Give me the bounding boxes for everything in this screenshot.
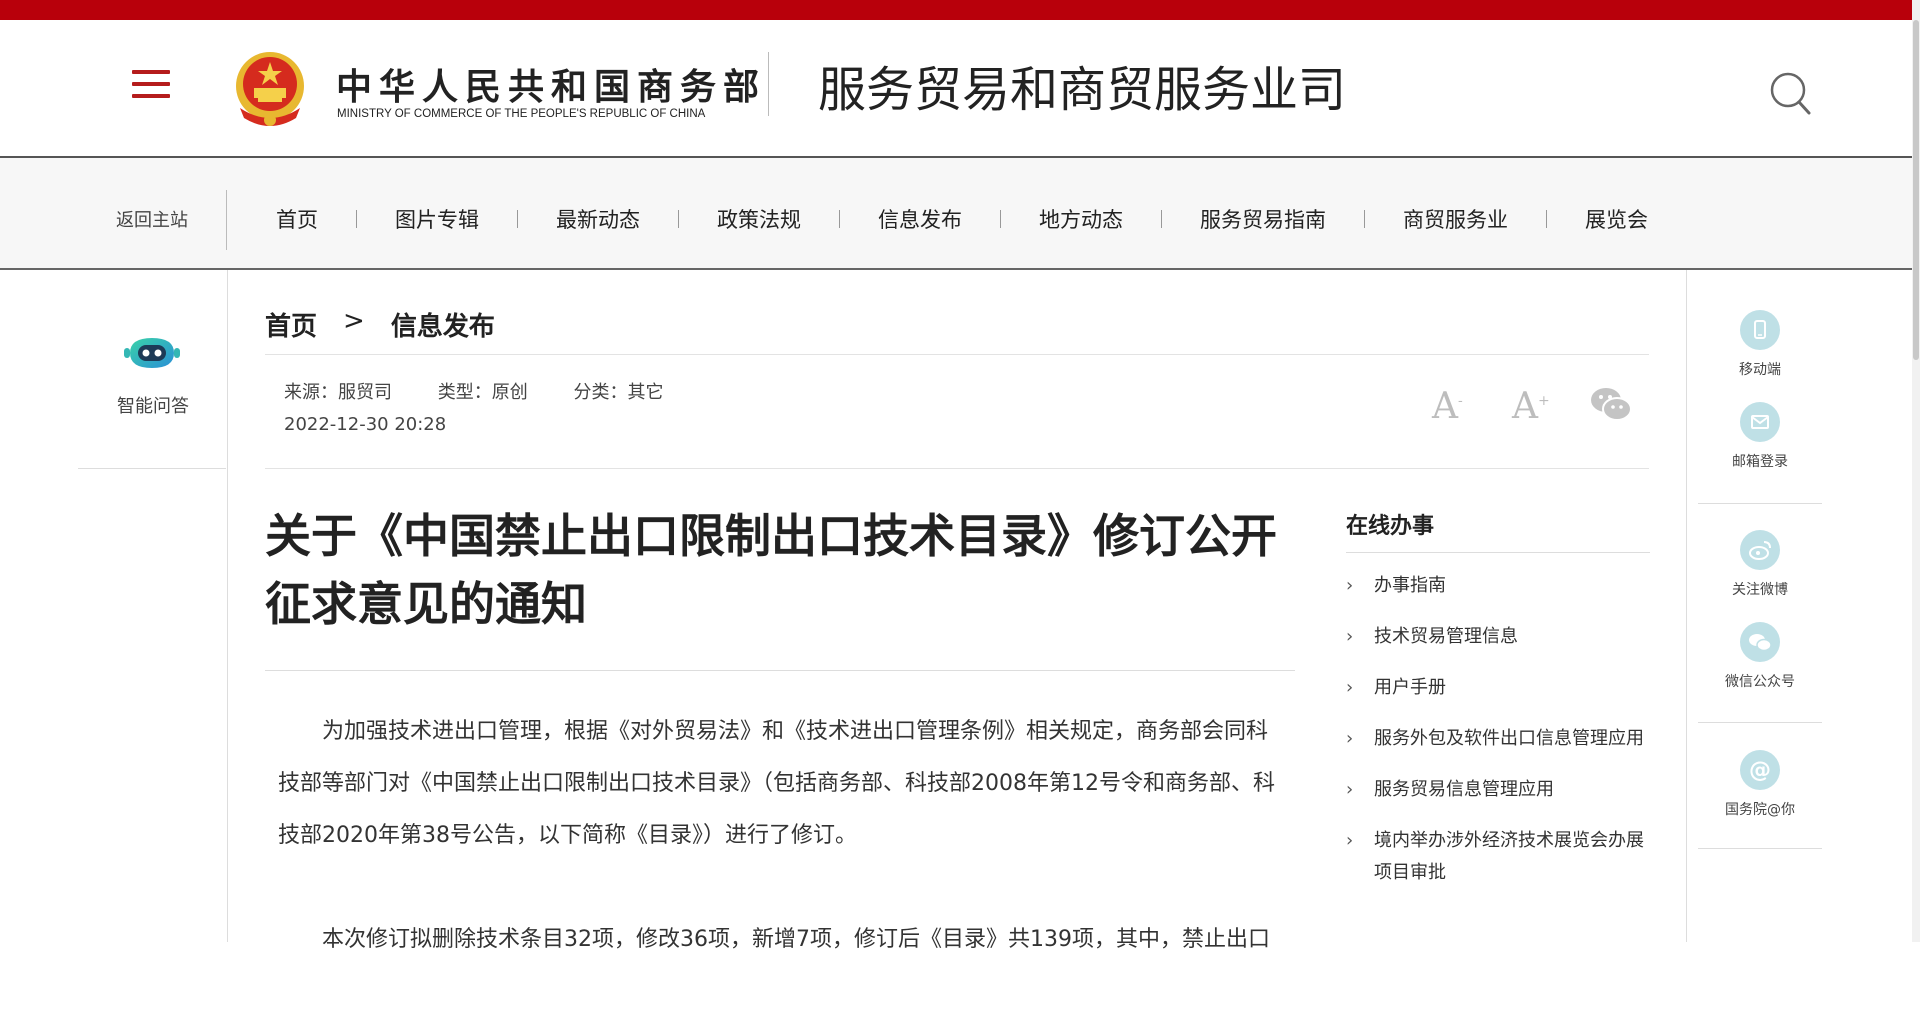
nav-separator	[1364, 210, 1365, 228]
nav-separator	[517, 210, 518, 228]
back-home-link[interactable]: 返回主站	[116, 206, 188, 232]
nav-item-commercial-services[interactable]: 商贸服务业	[1403, 204, 1508, 234]
weibo-link[interactable]: 关注微博	[1700, 530, 1820, 599]
meta-category: 分类：其它	[573, 382, 664, 403]
state-council-label: 国务院@你	[1725, 802, 1795, 818]
nav-items: 首页 图片专辑 最新动态 政策法规 信息发布 地方动态 服务贸易指南 商贸服务业…	[276, 204, 1648, 234]
chevron-right-icon: ›	[1346, 779, 1354, 800]
robot-assistant-icon[interactable]	[124, 332, 180, 374]
nav-item-latest-news[interactable]: 最新动态	[556, 204, 640, 234]
divider	[265, 468, 1649, 469]
mobile-phone-icon	[1740, 310, 1780, 350]
meta-type: 类型：原创	[437, 382, 528, 403]
main-nav: 返回主站 首页 图片专辑 最新动态 政策法规 信息发布 地方动态 服务贸易指南 …	[0, 158, 1912, 270]
font-decrease-letter: A	[1432, 386, 1458, 427]
article-meta: 来源：服贸司 类型：原创 分类：其它	[284, 378, 703, 404]
wechat-account-link[interactable]: 微信公众号	[1700, 622, 1820, 691]
mail-icon	[1740, 402, 1780, 442]
mobile-link[interactable]: 移动端	[1700, 310, 1820, 379]
chevron-right-icon: ›	[1346, 626, 1354, 647]
nav-item-policies[interactable]: 政策法规	[717, 204, 801, 234]
services-divider	[1346, 552, 1650, 553]
article-paragraph: 为加强技术进出口管理，根据《对外贸易法》和《技术进出口管理条例》相关规定，商务部…	[278, 719, 1275, 848]
chevron-right-icon: ›	[1346, 830, 1354, 851]
ministry-name-cn: 中华人民共和国商务部	[336, 66, 767, 108]
nav-item-home[interactable]: 首页	[276, 204, 318, 234]
online-services-title: 在线办事	[1346, 514, 1435, 539]
online-services-list: › 办事指南 › 技术贸易管理信息 › 用户手册 › 服务外包及软件出口信息管理应用 ›…	[1346, 570, 1650, 908]
scrollbar-thumb[interactable]	[1913, 20, 1919, 360]
nav-separator	[678, 210, 679, 228]
nav-item-trade-guide[interactable]: 服务贸易指南	[1200, 204, 1326, 234]
service-link-label: 技术贸易管理信息	[1374, 626, 1518, 647]
divider	[265, 354, 1649, 355]
service-link-outsourcing[interactable]: › 服务外包及软件出口信息管理应用	[1346, 723, 1650, 755]
mobile-label: 移动端	[1739, 362, 1781, 378]
nav-separator	[839, 210, 840, 228]
email-login-link[interactable]: 邮箱登录	[1700, 402, 1820, 471]
email-label: 邮箱登录	[1732, 454, 1788, 470]
department-title[interactable]: 服务贸易和商贸服务业司	[818, 50, 1346, 120]
top-red-bar	[0, 0, 1920, 20]
right-sidebar-divider	[1686, 270, 1687, 942]
font-increase-button[interactable]: A+	[1512, 386, 1550, 427]
service-link-exhibition-approval[interactable]: › 境内举办涉外经济技术展览会办展项目审批	[1346, 825, 1650, 889]
chevron-right-icon: ›	[1346, 575, 1354, 596]
nav-item-announcements[interactable]: 信息发布	[878, 204, 962, 234]
weibo-icon	[1740, 530, 1780, 570]
font-decrease-mark: -	[1458, 393, 1463, 409]
chevron-right-icon: ›	[1346, 677, 1354, 698]
national-emblem-icon	[236, 52, 304, 126]
header-divider	[768, 52, 769, 116]
wechat-icon	[1740, 622, 1780, 662]
font-increase-letter: A	[1512, 386, 1538, 427]
service-link-label: 服务外包及软件出口信息管理应用	[1374, 728, 1644, 749]
breadcrumb-home[interactable]: 首页	[265, 306, 317, 343]
nav-separator	[1546, 210, 1547, 228]
article-body: 为加强技术进出口管理，根据《对外贸易法》和《技术进出口管理条例》相关规定，商务部…	[278, 706, 1278, 1018]
article-title: 关于《中国禁止出口限制出口技术目录》修订公开征求意见的通知	[265, 509, 1277, 631]
nav-separator	[356, 210, 357, 228]
right-divider	[1698, 848, 1822, 849]
meta-source: 来源：服贸司	[284, 382, 392, 403]
meta-date: 2022-12-30 20:28	[284, 414, 447, 435]
service-link-user-manual[interactable]: › 用户手册	[1346, 672, 1650, 704]
service-link-label: 境内举办涉外经济技术展览会办展项目审批	[1374, 830, 1644, 883]
nav-separator	[1000, 210, 1001, 228]
nav-item-local-news[interactable]: 地方动态	[1039, 204, 1123, 234]
wechat-share-icon[interactable]	[1590, 385, 1632, 423]
breadcrumb: 首页 > 信息发布	[265, 306, 495, 343]
nav-separator	[1161, 210, 1162, 228]
service-link-tech-trade[interactable]: › 技术贸易管理信息	[1346, 621, 1650, 653]
smart-qa-label[interactable]: 智能问答	[117, 392, 189, 418]
nav-item-exhibitions[interactable]: 展览会	[1585, 204, 1648, 234]
nav-divider	[226, 190, 227, 250]
search-icon[interactable]	[1768, 68, 1812, 116]
service-link-label: 用户手册	[1374, 677, 1446, 698]
right-divider	[1698, 503, 1822, 504]
service-link-label: 服务贸易信息管理应用	[1374, 779, 1554, 800]
left-divider	[78, 468, 226, 469]
hamburger-menu-icon[interactable]	[132, 70, 170, 104]
state-council-link[interactable]: @ 国务院@你	[1700, 750, 1820, 819]
font-decrease-button[interactable]: A-	[1432, 386, 1463, 427]
font-increase-mark: +	[1538, 393, 1550, 409]
title-divider	[265, 670, 1295, 671]
service-link-label: 办事指南	[1374, 575, 1446, 596]
breadcrumb-current[interactable]: 信息发布	[391, 306, 495, 343]
chevron-right-icon: ›	[1346, 728, 1354, 749]
article-paragraph: 本次修订拟删除技术条目32项，修改36项，新增7项，修订后《目录》共139项，其…	[322, 927, 1270, 952]
weibo-label: 关注微博	[1732, 582, 1788, 598]
site-header: 中华人民共和国商务部 MINISTRY OF COMMERCE OF THE P…	[0, 20, 1912, 158]
right-divider	[1698, 722, 1822, 723]
nav-item-photo-album[interactable]: 图片专辑	[395, 204, 479, 234]
ministry-name-en: MINISTRY OF COMMERCE OF THE PEOPLE'S REP…	[337, 108, 706, 120]
left-sidebar: 智能问答	[0, 270, 228, 942]
svg-text:@: @	[1749, 758, 1771, 783]
wechat-label: 微信公众号	[1725, 674, 1795, 690]
breadcrumb-separator: >	[343, 306, 365, 336]
service-link-guide[interactable]: › 办事指南	[1346, 570, 1650, 602]
service-link-trade-info[interactable]: › 服务贸易信息管理应用	[1346, 774, 1650, 806]
at-sign-icon: @	[1740, 750, 1780, 790]
